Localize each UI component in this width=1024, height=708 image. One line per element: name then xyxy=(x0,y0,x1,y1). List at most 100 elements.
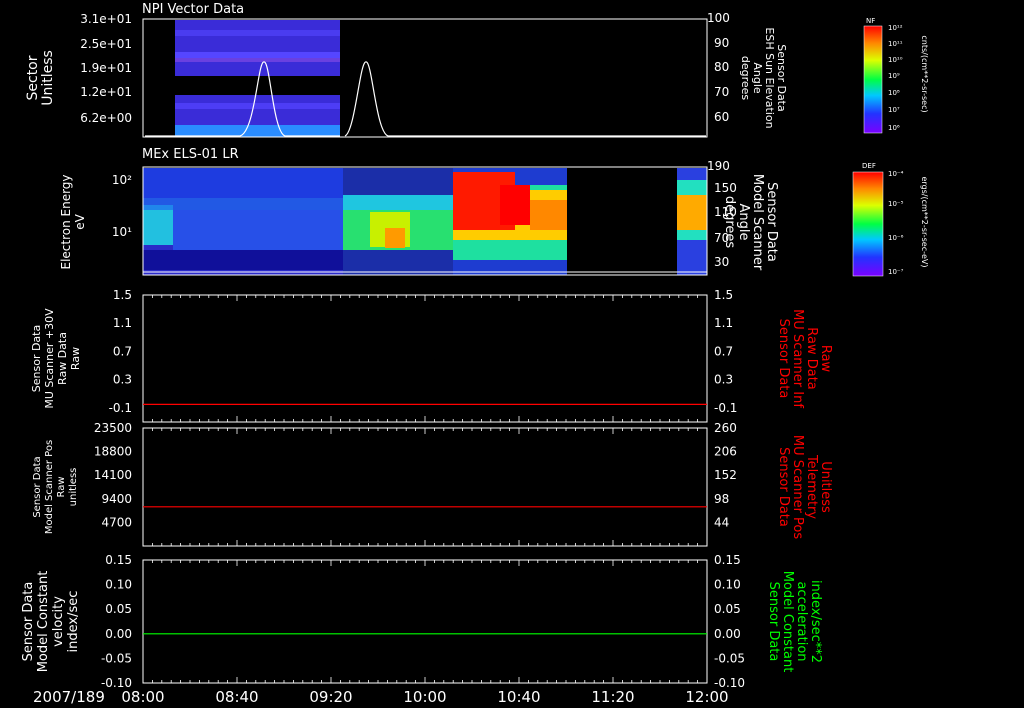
panel-title: NPI Vector Data xyxy=(142,2,244,17)
panel-els: MEx ELS-01 LR 190 150 110 70 30 10² 10¹ … xyxy=(59,147,779,276)
time-axis: 2007/189 08:00 08:40 09:20 10:00 10:40 11:20 1… xyxy=(33,688,729,706)
svg-text:unitless: unitless xyxy=(68,468,79,507)
right-tick-label: 60 xyxy=(714,110,729,124)
panel-frame xyxy=(142,427,708,547)
colorbar-tick: 10⁷ xyxy=(888,106,900,114)
svg-text:Sensor Data: Sensor Data xyxy=(776,319,791,399)
svg-text:ergs/(cm**2-sr-sec-eV): ergs/(cm**2-sr-sec-eV) xyxy=(920,176,929,267)
x-tick-label: 09:20 xyxy=(309,688,352,706)
y-tick-label: 1.2e+01 xyxy=(80,85,132,99)
y-axis-title: Sector Unitless xyxy=(25,50,56,106)
y-tick-label: 3.1e+01 xyxy=(80,12,132,26)
y-tick-label: 0.00 xyxy=(105,627,132,641)
line-panel: 0.15 0.15 0.10 0.10 0.05 0.05 0.00 0.00 -0.05 -0.… xyxy=(21,553,823,690)
colorbar-nf: NF 10¹² 10¹¹ 10¹⁰ 10⁹ 10⁸ 10⁷ 10⁶ cnts/(… xyxy=(863,17,929,134)
y-axis-title: Sensor Data MU Scanner +30V Raw Data Raw xyxy=(30,308,82,409)
svg-text:Model Constant: Model Constant xyxy=(780,571,795,673)
panel-frame xyxy=(142,559,708,684)
y-tick-label: 1.5 xyxy=(113,288,132,302)
date-label: 2007/189 xyxy=(33,688,105,706)
right-tick-label: 0.00 xyxy=(714,627,741,641)
svg-text:index/sec**2: index/sec**2 xyxy=(808,580,823,663)
y-tick-label: 0.10 xyxy=(105,578,132,592)
colorbar-units: ergs/(cm**2-sr-sec-eV) xyxy=(920,176,929,267)
svg-text:Raw: Raw xyxy=(56,476,67,497)
y-axis-title: Sensor Data Model Scanner Pos Raw unitless xyxy=(32,440,79,534)
right-axis-title: Sensor Data Model Constant acceleration ind… xyxy=(766,571,823,673)
panel-title: MEx ELS-01 LR xyxy=(142,147,239,162)
y-tick-label: -0.05 xyxy=(101,651,132,665)
svg-text:MU Scanner +30V: MU Scanner +30V xyxy=(43,308,56,409)
svg-text:Sensor Data: Sensor Data xyxy=(32,456,43,517)
right-axis-title: Sensor Data MU Scanner Pos Telemetry Unitle… xyxy=(776,435,833,540)
x-tick-label: 12:00 xyxy=(685,688,728,706)
right-tick-label: 44 xyxy=(714,515,729,529)
right-tick-label: -0.05 xyxy=(714,651,745,665)
y-axis-title: Electron Energy eV xyxy=(59,174,87,269)
y-axis-title: Sensor Data Model Constant velocity index/s… xyxy=(21,571,81,673)
colorbar-label: NF xyxy=(866,17,875,25)
svg-text:Raw Data: Raw Data xyxy=(804,327,819,390)
svg-text:velocity: velocity xyxy=(51,596,66,647)
colorbar-tick: 10¹² xyxy=(888,24,903,32)
svg-text:Sensor Data: Sensor Data xyxy=(766,582,781,662)
svg-text:cnts/(cm**2-sr-sec): cnts/(cm**2-sr-sec) xyxy=(920,35,929,112)
right-tick-label: 190 xyxy=(707,159,730,173)
y-tick-label: 18800 xyxy=(94,445,132,459)
line-panels: 1.5 1.5 1.1 1.1 0.7 0.7 0.3 0.3 -0.1 -0.1 Sensor D… xyxy=(21,288,833,690)
colorbar-def: DEF 10⁻⁴ 10⁻⁵ 10⁻⁶ 10⁻⁷ ergs/(cm**2-sr-s… xyxy=(852,162,929,277)
svg-text:Model Constant: Model Constant xyxy=(36,571,51,673)
right-tick-label: -0.1 xyxy=(714,401,737,415)
svg-text:Sensor Data: Sensor Data xyxy=(764,182,779,262)
right-axis-title: Sensor Data MU Scanner Inf Raw Data Raw xyxy=(776,309,833,408)
right-tick-label: 150 xyxy=(714,181,737,195)
svg-text:Raw: Raw xyxy=(818,345,833,373)
svg-text:MU Scanner Inf: MU Scanner Inf xyxy=(790,309,805,408)
right-tick-label: 1.5 xyxy=(714,288,733,302)
right-tick-label: 0.05 xyxy=(714,602,741,616)
colorbar-tick: 10⁻⁴ xyxy=(888,170,904,178)
x-tick-label: 11:20 xyxy=(591,688,634,706)
svg-text:Raw: Raw xyxy=(69,347,82,370)
y-tick-label: 1.1 xyxy=(113,316,132,330)
y-tick-label: 4700 xyxy=(101,515,132,529)
colorbar-tick: 10¹⁰ xyxy=(888,56,903,64)
y-tick-label: -0.1 xyxy=(109,401,132,415)
right-tick-label: 90 xyxy=(714,36,729,50)
svg-text:degrees: degrees xyxy=(722,196,737,249)
svg-text:Sector: Sector xyxy=(25,55,41,100)
y-tick-label: 6.2e+00 xyxy=(80,111,132,125)
y-tick-label: 0.7 xyxy=(113,344,132,358)
svg-text:MU Scanner Pos: MU Scanner Pos xyxy=(790,435,805,540)
right-tick-label: 100 xyxy=(707,11,730,25)
right-tick-label: 1.1 xyxy=(714,316,733,330)
svg-text:Model Scanner: Model Scanner xyxy=(750,174,765,271)
svg-text:Telemetry: Telemetry xyxy=(804,454,819,519)
x-tick-label: 10:00 xyxy=(403,688,446,706)
y-tick-label: 10¹ xyxy=(112,225,132,239)
colorbar-tick: 10⁻⁶ xyxy=(888,234,904,242)
svg-text:degrees: degrees xyxy=(739,56,752,101)
svg-text:Model Scanner Pos: Model Scanner Pos xyxy=(44,440,55,534)
colorbar-tick: 10⁻⁷ xyxy=(888,268,904,276)
y-tick-label: 1.9e+01 xyxy=(80,61,132,75)
y-tick-label: 2.5e+01 xyxy=(80,37,132,51)
x-tick-label: 08:00 xyxy=(121,688,164,706)
colorbar-label: DEF xyxy=(862,162,876,170)
right-tick-label: 152 xyxy=(714,468,737,482)
svg-text:Electron Energy: Electron Energy xyxy=(59,174,73,269)
y-tick-label: 9400 xyxy=(101,492,132,506)
panel-npi: NPI Vector Data 100 90 80 70 60 3.1e+01 … xyxy=(25,2,788,138)
y-tick-label: 14100 xyxy=(94,468,132,482)
right-tick-label: 0.3 xyxy=(714,373,733,387)
right-axis-title: Sensor Data ESH Sun Elevation Angle degr… xyxy=(739,27,788,128)
right-tick-label: 0.7 xyxy=(714,344,733,358)
y-tick-label: 23500 xyxy=(94,421,132,435)
svg-text:Sensor Data: Sensor Data xyxy=(776,447,791,527)
y-tick-label: 0.05 xyxy=(105,602,132,616)
colorbar-tick: 10⁻⁵ xyxy=(888,200,904,208)
colorbar-tick: 10⁸ xyxy=(888,89,900,97)
svg-text:Unitless: Unitless xyxy=(818,461,833,513)
right-tick-label: 70 xyxy=(714,85,729,99)
right-tick-label: 206 xyxy=(714,445,737,459)
